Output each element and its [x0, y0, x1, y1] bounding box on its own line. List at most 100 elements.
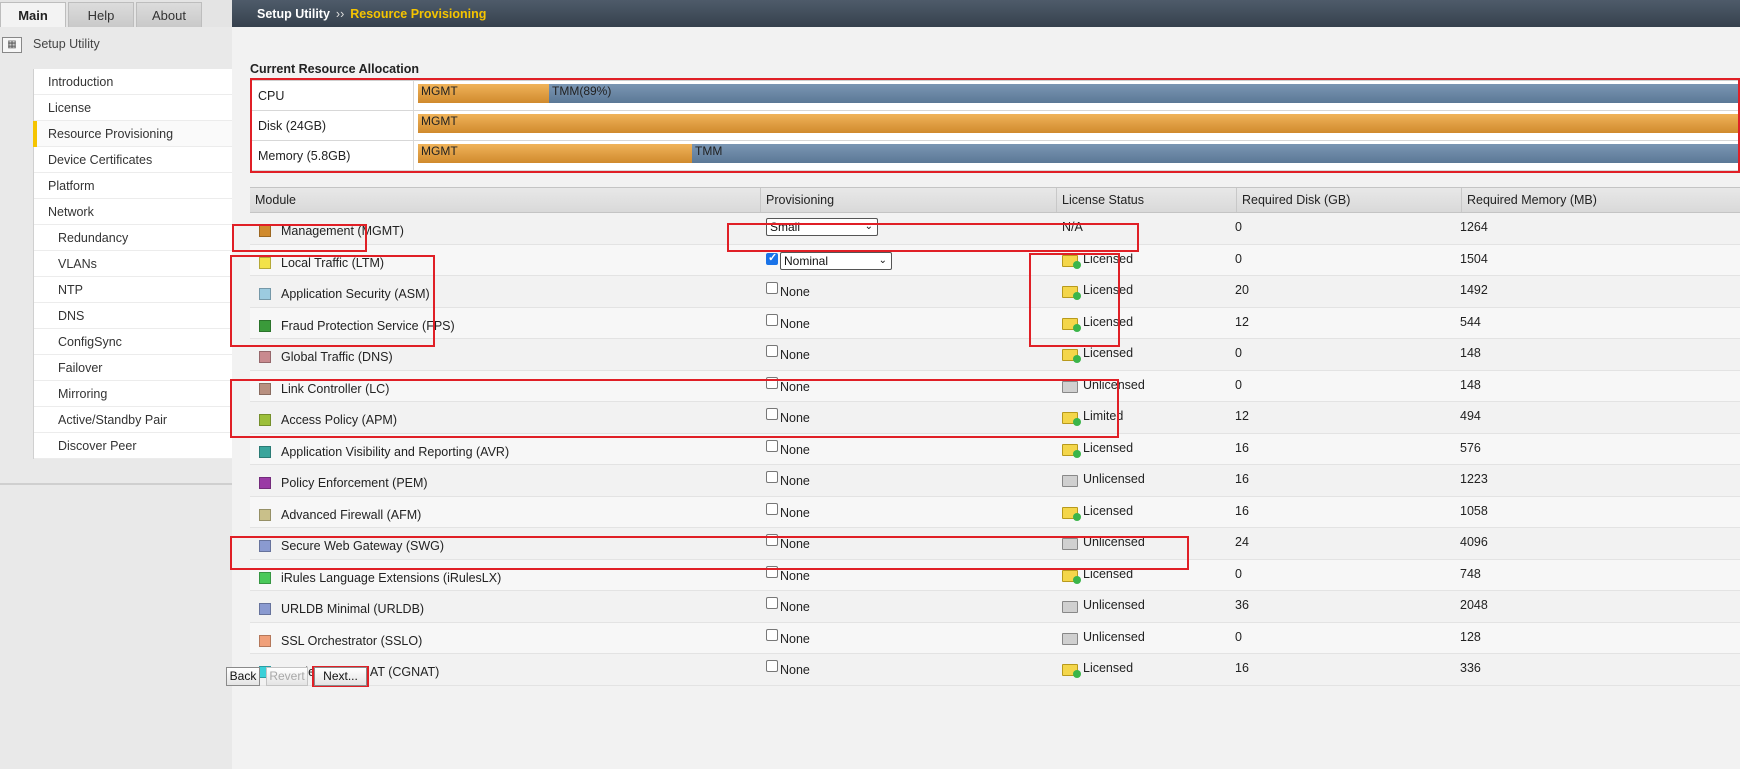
module-name: Local Traffic (LTM) [281, 255, 385, 270]
sidebar-item-failover[interactable]: Failover [34, 355, 233, 381]
next-button[interactable]: Next... [314, 667, 367, 686]
provision-level-select[interactable]: Small ⌄ [766, 218, 878, 236]
provision-level-text: None [780, 568, 810, 583]
provision-checkbox[interactable] [766, 628, 778, 641]
cpu-tmm-bar: TMM(89%) [549, 84, 1740, 103]
provision-checkbox[interactable] [766, 471, 778, 483]
main-content: Current Resource Allocation CPU MGMT TMM… [226, 27, 1740, 769]
module-name: Link Controller (LC) [281, 381, 390, 396]
sidebar-item-active-standby-pair[interactable]: Active/Standby Pair [34, 407, 233, 433]
required-disk: 24 [1235, 535, 1249, 549]
tab-help[interactable]: Help [68, 2, 134, 27]
provision-level-text: None [780, 442, 810, 457]
provision-checkbox[interactable] [766, 660, 778, 672]
module-color-swatch [259, 319, 271, 332]
provision-checkbox[interactable] [766, 597, 778, 609]
allocation-row-cpu: CPU MGMT TMM(89%) [250, 81, 1740, 111]
table-row: Local Traffic (LTM) Nominal ⌄ Licensed 0 1504 [250, 244, 1740, 276]
licensed-icon [1062, 349, 1081, 363]
module-name: Application Security (ASM) [281, 287, 430, 301]
allocation-label: Memory (5.8GB) [258, 149, 351, 163]
provision-checkbox[interactable] [766, 251, 778, 265]
sidebar-item-discover-peer[interactable]: Discover Peer [34, 433, 233, 459]
sidebar-divider [0, 483, 232, 485]
provision-level-text: None [780, 348, 810, 362]
table-row: SSL Orchestrator (SSLO) None Unlicensed 0 12… [250, 622, 1740, 654]
sidebar-item-resource-provisioning[interactable]: Resource Provisioning [33, 121, 233, 147]
revert-button[interactable]: Revert [266, 667, 308, 686]
sidebar-item-redundancy[interactable]: Redundancy [34, 225, 233, 251]
col-required-memory[interactable]: Required Memory (MB) [1461, 188, 1740, 212]
table-row: Advanced Firewall (AFM) None Licensed 16 105… [250, 496, 1740, 528]
license-status: Licensed [1083, 661, 1134, 675]
license-status: Limited [1083, 409, 1124, 423]
back-button[interactable]: Back [226, 667, 260, 686]
provision-checkbox[interactable] [766, 408, 778, 420]
sidebar-item-platform[interactable]: Platform [34, 173, 233, 199]
table-row: Policy Enforcement (PEM) None Unlicensed 16… [250, 465, 1740, 497]
header-bar: Setup Utility ›› Resource Provisioning [232, 0, 1740, 27]
table-row: Access Policy (APM) None Limited 12 494 [250, 402, 1740, 434]
resource-allocation-panel: CPU MGMT TMM(89%) Disk (24GB) MGMT Memor… [250, 80, 1740, 173]
module-name: Fraud Protection Service (FPS) [281, 318, 455, 333]
sidebar-item-introduction[interactable]: Introduction [34, 69, 233, 95]
provision-checkbox[interactable] [766, 282, 778, 294]
required-disk: 16 [1235, 661, 1249, 675]
table-row: Link Controller (LC) None Unlicensed 0 148 [250, 370, 1740, 402]
required-disk: 0 [1235, 251, 1242, 266]
required-memory: 544 [1460, 314, 1481, 329]
module-color-swatch [259, 351, 271, 363]
select-value: Nominal [784, 253, 829, 268]
sidebar-item-vlans[interactable]: VLANs [34, 251, 233, 277]
sidebar-item-license[interactable]: License [34, 95, 233, 121]
module-color-swatch [259, 540, 271, 552]
col-required-disk[interactable]: Required Disk (GB) [1236, 188, 1461, 212]
provision-checkbox[interactable] [766, 345, 778, 357]
provision-level-text: None [780, 600, 810, 614]
license-status: Unlicensed [1083, 535, 1145, 549]
required-disk: 0 [1235, 566, 1242, 581]
col-module[interactable]: Module [250, 188, 760, 212]
module-color-swatch [259, 382, 271, 395]
table-row: Management (MGMT) Small ⌄ N/A 0 1264 [250, 213, 1740, 245]
provision-checkbox[interactable] [766, 376, 778, 389]
allocation-label: CPU [258, 89, 285, 103]
tab-about[interactable]: About [136, 2, 202, 27]
licensed-icon [1062, 286, 1081, 300]
required-disk: 0 [1235, 220, 1242, 234]
breadcrumb-root[interactable]: Setup Utility [257, 7, 330, 21]
module-name: Advanced Firewall (AFM) [281, 507, 422, 522]
provision-checkbox[interactable] [766, 565, 778, 578]
sidebar-item-mirroring[interactable]: Mirroring [34, 381, 233, 407]
provision-level-select[interactable]: Nominal ⌄ [780, 251, 892, 270]
sidebar-item-network[interactable]: Network [34, 199, 233, 225]
required-disk: 36 [1235, 598, 1249, 612]
provision-checkbox[interactable] [766, 502, 778, 515]
allocation-row-memory: Memory (5.8GB) MGMT TMM [250, 141, 1740, 171]
provision-checkbox[interactable] [766, 313, 778, 326]
license-status: N/A [1062, 220, 1083, 234]
provision-level-text: None [780, 537, 810, 551]
col-provisioning[interactable]: Provisioning [760, 188, 1056, 212]
sidebar-item-ntp[interactable]: NTP [34, 277, 233, 303]
table-row: Fraud Protection Service (FPS) None Licens… [250, 307, 1740, 339]
tab-main[interactable]: Main [0, 2, 66, 27]
provision-level-text: None [780, 285, 810, 299]
required-memory: 148 [1460, 346, 1481, 360]
sidebar-item-device-certificates[interactable]: Device Certificates [34, 147, 233, 173]
license-status: Unlicensed [1083, 629, 1145, 644]
license-status: Licensed [1083, 314, 1134, 329]
required-disk: 16 [1235, 503, 1249, 518]
module-name: Management (MGMT) [281, 224, 404, 238]
required-disk: 12 [1235, 409, 1249, 423]
provision-checkbox[interactable] [766, 439, 778, 452]
sidebar-item-configsync[interactable]: ConfigSync [34, 329, 233, 355]
required-memory: 1492 [1460, 283, 1488, 297]
sidebar-header[interactable]: ▦ Setup Utility [0, 35, 232, 57]
licensed-icon [1062, 317, 1081, 332]
module-name: Application Visibility and Reporting (AV… [281, 444, 510, 459]
col-license-status[interactable]: License Status [1056, 188, 1236, 212]
provision-checkbox[interactable] [766, 534, 778, 546]
module-color-swatch [259, 445, 271, 458]
sidebar-item-dns[interactable]: DNS [34, 303, 233, 329]
